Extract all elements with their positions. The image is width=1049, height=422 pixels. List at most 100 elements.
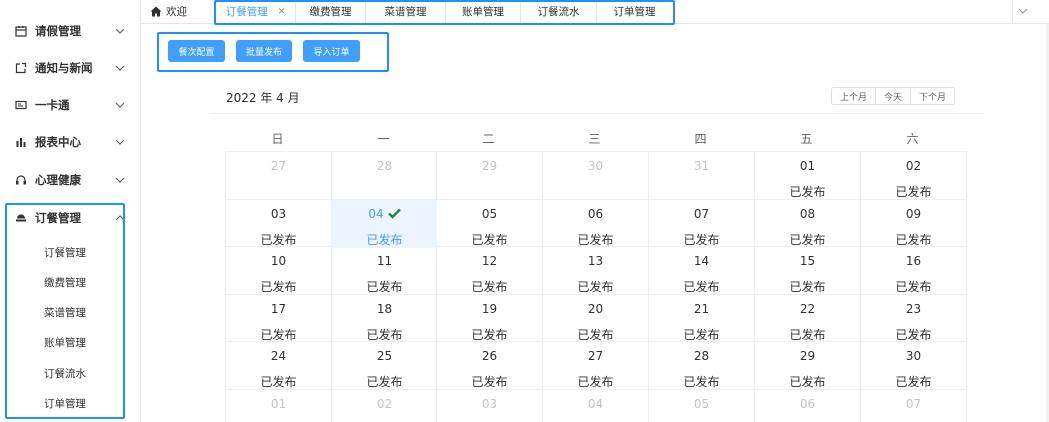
day-cell[interactable]: 28 (332, 152, 437, 200)
day-cell[interactable]: 21 已发布 (649, 295, 754, 343)
tabs-dropdown-button[interactable] (1012, 0, 1032, 23)
day-cell[interactable]: 20 已发布 (543, 295, 648, 343)
prev-month-button[interactable]: 上个月 (832, 88, 877, 104)
day-cell[interactable]: 03 已发布 (226, 200, 331, 248)
day-cell[interactable]: 04 (543, 390, 648, 422)
day-cell[interactable]: 06 已发布 (543, 200, 648, 248)
day-cell[interactable]: 12 已发布 (437, 247, 542, 295)
day-cell[interactable]: 01 (226, 390, 331, 422)
tab-bills[interactable]: 账单管理 (446, 0, 521, 23)
home-icon (150, 6, 162, 17)
day-cell[interactable]: 31 (649, 152, 754, 200)
day-cell[interactable]: 13 已发布 (543, 247, 648, 295)
day-status: 已发布 (895, 233, 932, 247)
batch-publish-button[interactable]: 批量发布 (236, 40, 292, 62)
chevron-up-icon (114, 212, 126, 224)
import-orders-button[interactable]: 导入订单 (303, 40, 360, 62)
day-cell[interactable]: 25 已发布 (332, 342, 437, 390)
day-cell[interactable]: 05 (649, 390, 754, 422)
day-number: 23 (861, 302, 966, 316)
close-icon[interactable]: ✕ (278, 7, 286, 17)
day-cell[interactable]: 09 已发布 (861, 200, 966, 248)
menu-item-label: 报表中心 (35, 134, 81, 149)
submenu-item-meal-ordering[interactable]: 订餐管理 (0, 237, 141, 267)
day-number-text: 30 (905, 349, 922, 363)
day-cell[interactable]: 14 已发布 (649, 247, 754, 295)
tab-label: 账单管理 (462, 6, 504, 18)
day-cell[interactable]: 24 已发布 (226, 342, 331, 390)
day-cell[interactable]: 29 (437, 152, 542, 200)
day-cell[interactable]: 23 已发布 (861, 295, 966, 343)
day-cell[interactable]: 19 已发布 (437, 295, 542, 343)
menu-item-card[interactable]: 一卡通 (0, 86, 141, 123)
submenu-label: 订餐管理 (44, 246, 86, 259)
day-cell[interactable]: 16 已发布 (861, 247, 966, 295)
day-cell[interactable]: 11 已发布 (332, 247, 437, 295)
day-cell[interactable]: 06 (755, 390, 860, 422)
day-cell[interactable]: 30 已发布 (861, 342, 966, 390)
day-status: 已发布 (789, 375, 826, 389)
day-cell[interactable]: 01 已发布 (755, 152, 860, 200)
submenu-item-meal-flow[interactable]: 订餐流水 (0, 358, 141, 388)
day-number: 13 (543, 254, 648, 268)
day-status: 已发布 (789, 328, 826, 342)
day-cell[interactable]: 27 已发布 (543, 342, 648, 390)
bar-chart-icon (15, 136, 27, 148)
day-cell[interactable]: 27 (226, 152, 331, 200)
tab-home[interactable]: 欢迎 (150, 0, 187, 23)
tab-meal-flow[interactable]: 订餐流水 (521, 0, 597, 23)
tab-meal-ordering[interactable]: 订餐管理 ✕ (216, 0, 296, 23)
day-cell[interactable]: 05 已发布 (437, 200, 542, 248)
day-cell[interactable]: 30 (543, 152, 648, 200)
day-cell[interactable]: 02 (332, 390, 437, 422)
menu-item-label: 请假管理 (35, 23, 81, 38)
menu-item-meal-ordering[interactable]: 订餐管理 (0, 199, 141, 236)
submenu-item-bills[interactable]: 账单管理 (0, 327, 141, 357)
day-number: 20 (543, 302, 648, 316)
day-number: 25 (332, 349, 437, 363)
today-button[interactable]: 今天 (876, 88, 912, 104)
day-cell[interactable]: 08 已发布 (755, 200, 860, 248)
day-cell[interactable]: 29 已发布 (755, 342, 860, 390)
day-cell[interactable]: 15 已发布 (755, 247, 860, 295)
tab-payment[interactable]: 缴费管理 (296, 0, 366, 23)
day-cell[interactable]: 18 已发布 (332, 295, 437, 343)
day-cell[interactable]: 26 已发布 (437, 342, 542, 390)
day-cell[interactable]: 07 (861, 390, 966, 422)
tab-menu[interactable]: 菜谱管理 (366, 0, 446, 23)
day-cell[interactable]: 28 已发布 (649, 342, 754, 390)
day-cell[interactable]: 22 已发布 (755, 295, 860, 343)
day-status: 已发布 (471, 328, 508, 342)
day-number-text: 30 (587, 159, 604, 173)
menu-item-mental-health[interactable]: 心理健康 (0, 161, 141, 198)
tab-orders[interactable]: 订单管理 (597, 0, 672, 23)
menu-item-label: 一卡通 (35, 97, 70, 112)
day-cell[interactable]: 02 已发布 (861, 152, 966, 200)
menu-item-leave[interactable]: 请假管理 (0, 12, 141, 49)
submenu-label: 订餐流水 (44, 367, 86, 380)
day-cell[interactable]: 17 已发布 (226, 295, 331, 343)
day-cell[interactable]: 04 已发布 (332, 200, 437, 248)
submenu-item-orders[interactable]: 订单管理 (0, 388, 141, 418)
next-month-button[interactable]: 下个月 (911, 88, 955, 104)
day-cell[interactable]: 10 已发布 (226, 247, 331, 295)
chevron-down-icon (114, 174, 126, 186)
day-number-text: 27 (587, 349, 604, 363)
menu-item-notice[interactable]: 通知与新闻 (0, 49, 141, 86)
meal-config-button[interactable]: 餐次配置 (168, 40, 225, 62)
day-number-text: 17 (270, 302, 287, 316)
day-number-text: 07 (905, 397, 922, 411)
food-icon (15, 212, 27, 224)
menu-item-label: 订餐管理 (35, 210, 81, 225)
submenu-item-payment[interactable]: 缴费管理 (0, 267, 141, 297)
day-cell[interactable]: 07 已发布 (649, 200, 754, 248)
day-number-text: 07 (693, 207, 710, 221)
submenu-label: 菜谱管理 (44, 306, 86, 319)
submenu-item-menu[interactable]: 菜谱管理 (0, 297, 141, 327)
day-number-text: 02 (376, 397, 393, 411)
calendar-title: 2022 年 4 月 (226, 91, 300, 105)
day-number-text: 28 (376, 159, 393, 173)
day-number: 27 (543, 349, 648, 363)
day-cell[interactable]: 03 (437, 390, 542, 422)
menu-item-reports[interactable]: 报表中心 (0, 123, 141, 160)
